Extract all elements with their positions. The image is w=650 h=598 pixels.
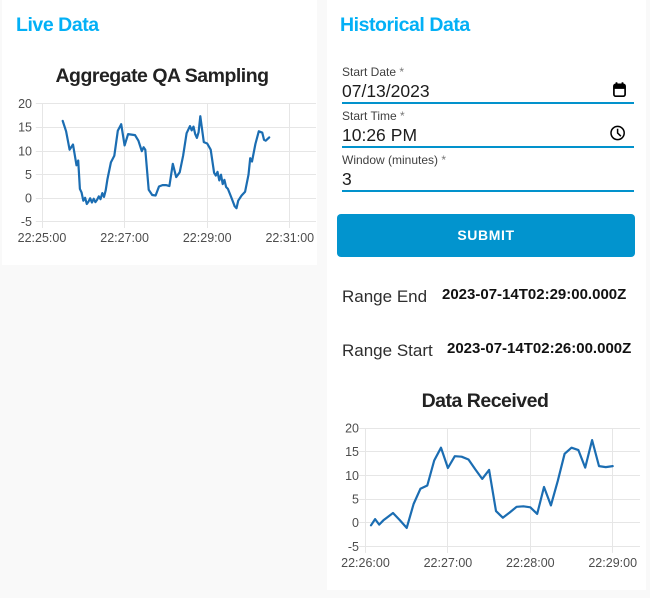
svg-text:22:29:00: 22:29:00 xyxy=(588,556,637,570)
svg-text:20: 20 xyxy=(18,97,32,111)
svg-text:22:27:00: 22:27:00 xyxy=(424,556,473,570)
svg-text:22:31:00: 22:31:00 xyxy=(265,231,314,245)
svg-text:22:28:00: 22:28:00 xyxy=(506,556,555,570)
svg-text:22:29:00: 22:29:00 xyxy=(183,231,232,245)
svg-text:-5: -5 xyxy=(21,215,32,229)
svg-text:5: 5 xyxy=(25,168,32,182)
svg-text:15: 15 xyxy=(18,121,32,135)
svg-text:15: 15 xyxy=(345,445,359,459)
svg-text:22:27:00: 22:27:00 xyxy=(100,231,149,245)
svg-text:10: 10 xyxy=(345,469,359,483)
svg-text:22:25:00: 22:25:00 xyxy=(18,231,67,245)
svg-text:20: 20 xyxy=(345,422,359,436)
svg-text:5: 5 xyxy=(352,492,359,506)
svg-text:0: 0 xyxy=(352,516,359,530)
svg-text:22:26:00: 22:26:00 xyxy=(341,556,390,570)
svg-text:-5: -5 xyxy=(348,540,359,554)
svg-text:10: 10 xyxy=(18,144,32,158)
svg-text:0: 0 xyxy=(25,192,32,206)
